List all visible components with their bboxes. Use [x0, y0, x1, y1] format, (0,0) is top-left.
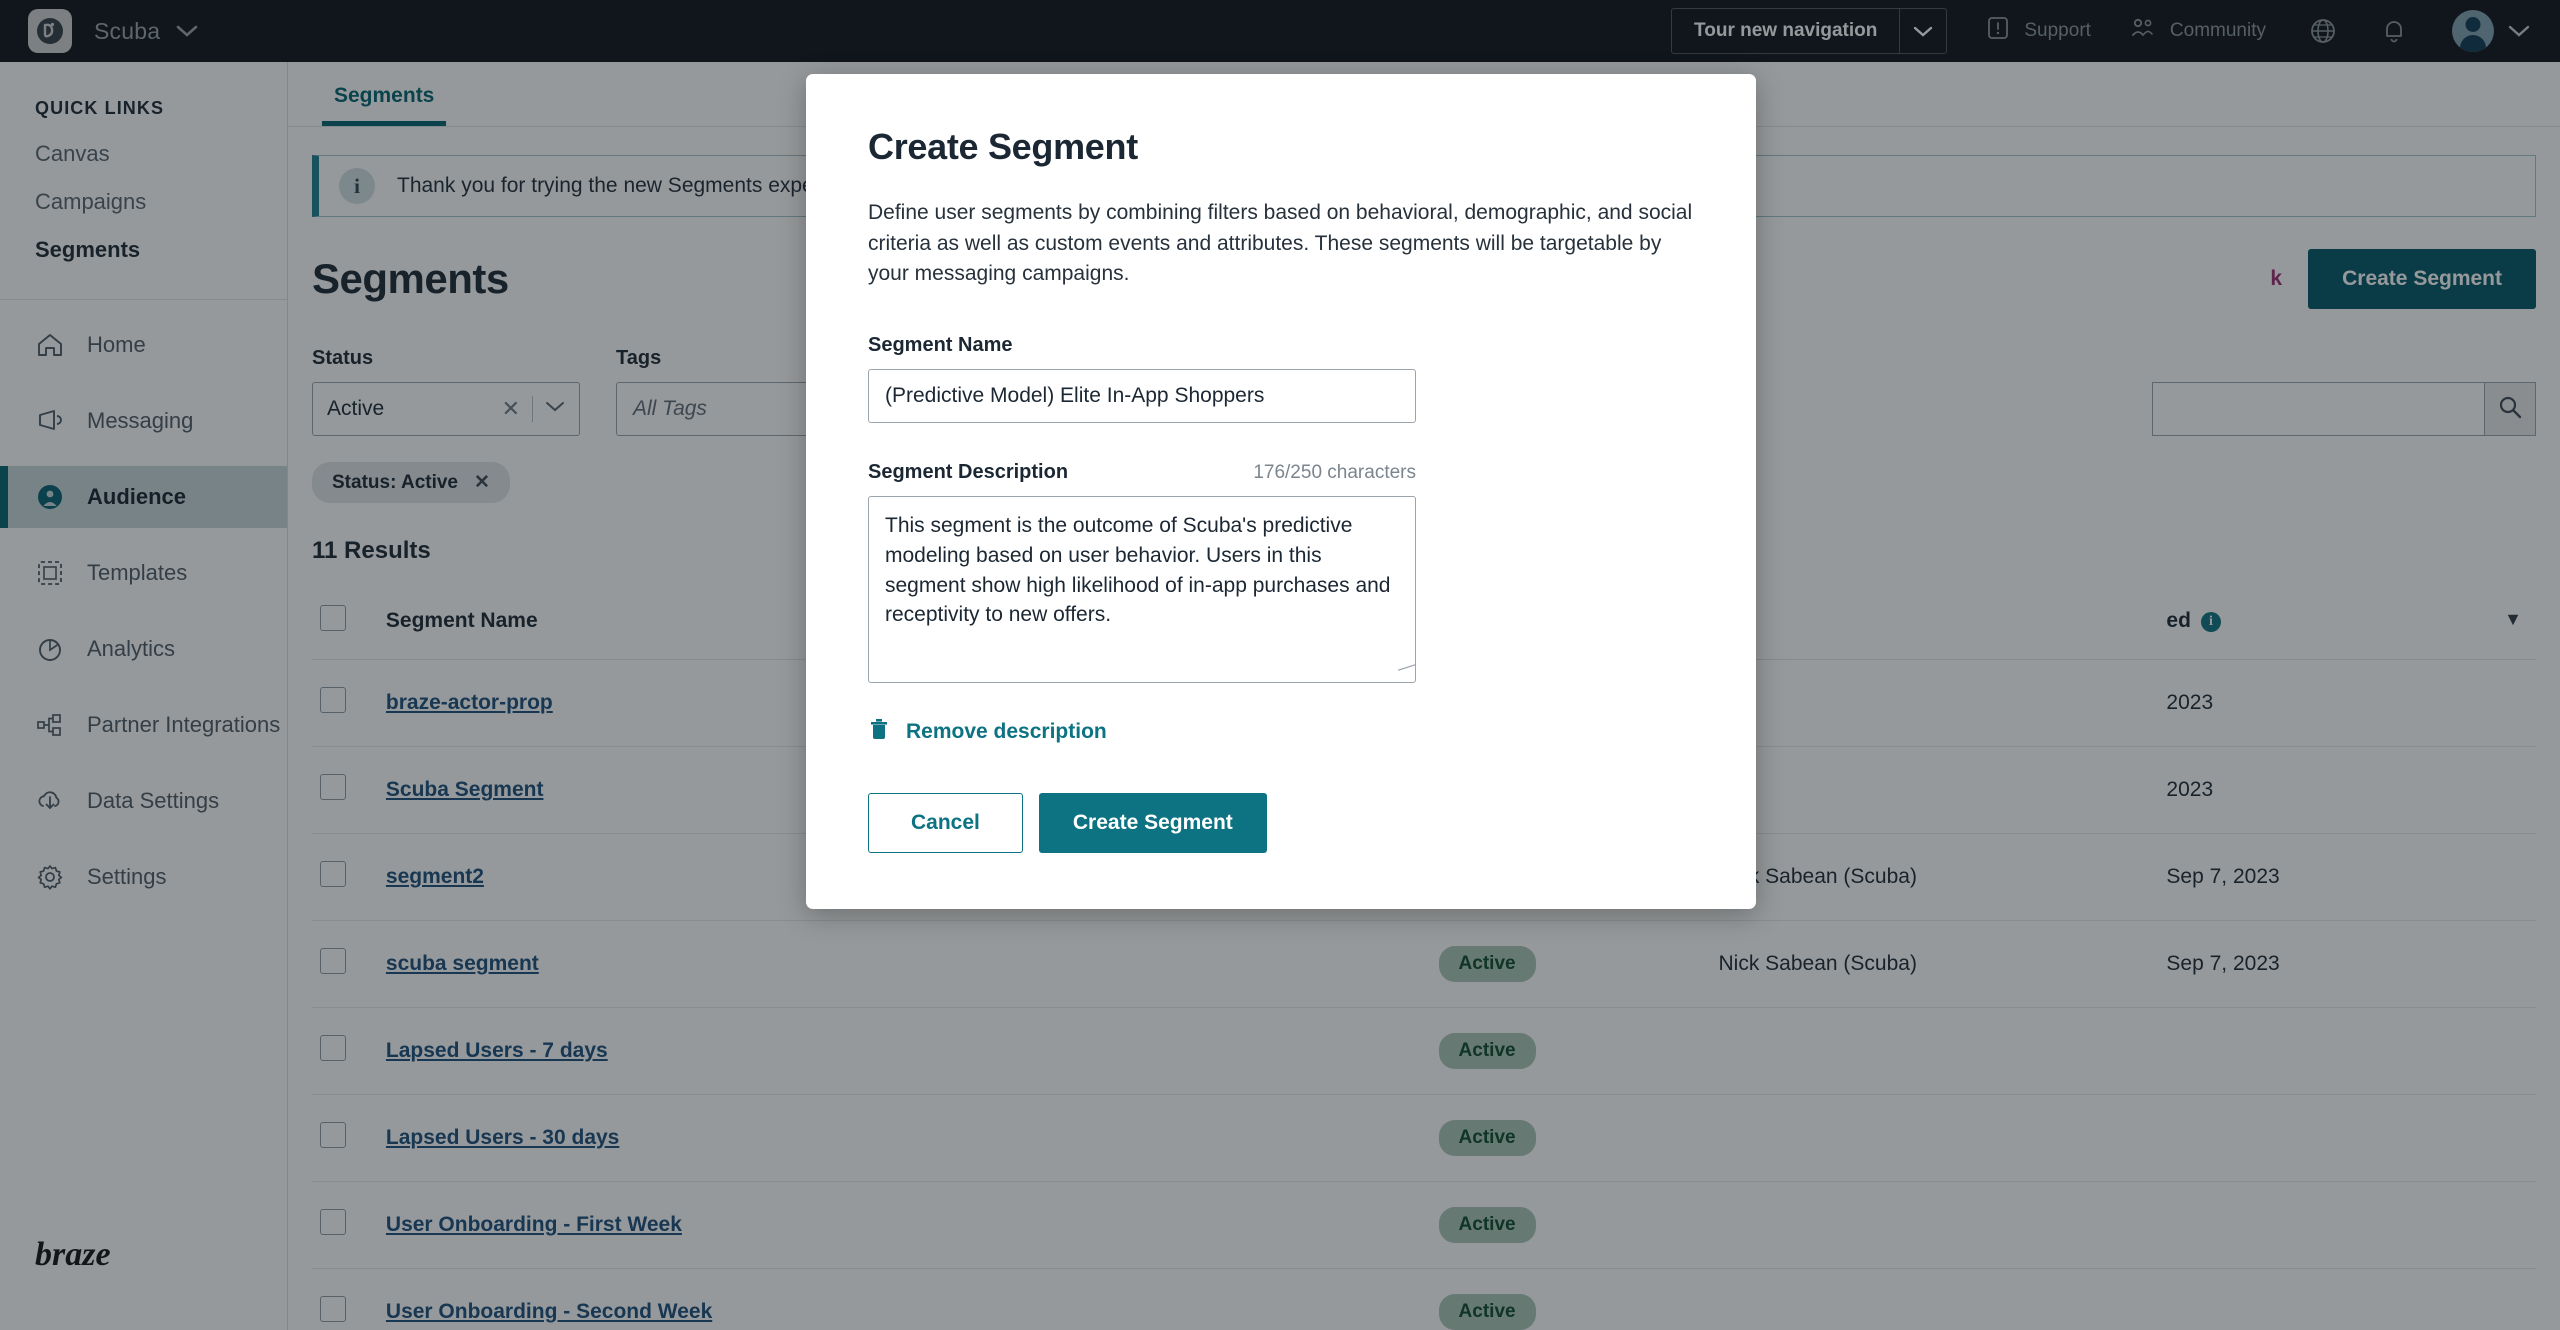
- modal-title: Create Segment: [868, 126, 1138, 167]
- segment-description-value: This segment is the outcome of Scuba's p…: [885, 513, 1391, 627]
- segment-description-group: Segment Description 176/250 characters T…: [868, 461, 1694, 683]
- character-counter: 176/250 characters: [1253, 461, 1416, 483]
- cancel-button[interactable]: Cancel: [868, 792, 1023, 853]
- remove-description-button[interactable]: Remove description: [868, 717, 1694, 747]
- segment-name-group: Segment Name (Predictive Model) Elite In…: [868, 334, 1694, 423]
- remove-description-label: Remove description: [906, 719, 1107, 743]
- segment-description-textarea[interactable]: This segment is the outcome of Scuba's p…: [868, 495, 1416, 683]
- segment-description-header: Segment Description 176/250 characters: [868, 461, 1416, 484]
- segment-name-input[interactable]: (Predictive Model) Elite In-App Shoppers: [868, 368, 1416, 423]
- segment-name-label: Segment Name: [868, 333, 1013, 356]
- segment-description-label: Segment Description: [868, 460, 1069, 483]
- trash-icon: [868, 717, 890, 747]
- resize-handle-icon[interactable]: ╱: [1396, 657, 1415, 680]
- modal-description: Define user segments by combining filter…: [868, 201, 1693, 286]
- modal-action-buttons: Cancel Create Segment: [868, 792, 1694, 853]
- segment-name-value: (Predictive Model) Elite In-App Shoppers: [885, 383, 1265, 407]
- create-segment-modal: Create Segment Define user segments by c…: [806, 74, 1756, 909]
- create-segment-confirm-button[interactable]: Create Segment: [1038, 792, 1267, 853]
